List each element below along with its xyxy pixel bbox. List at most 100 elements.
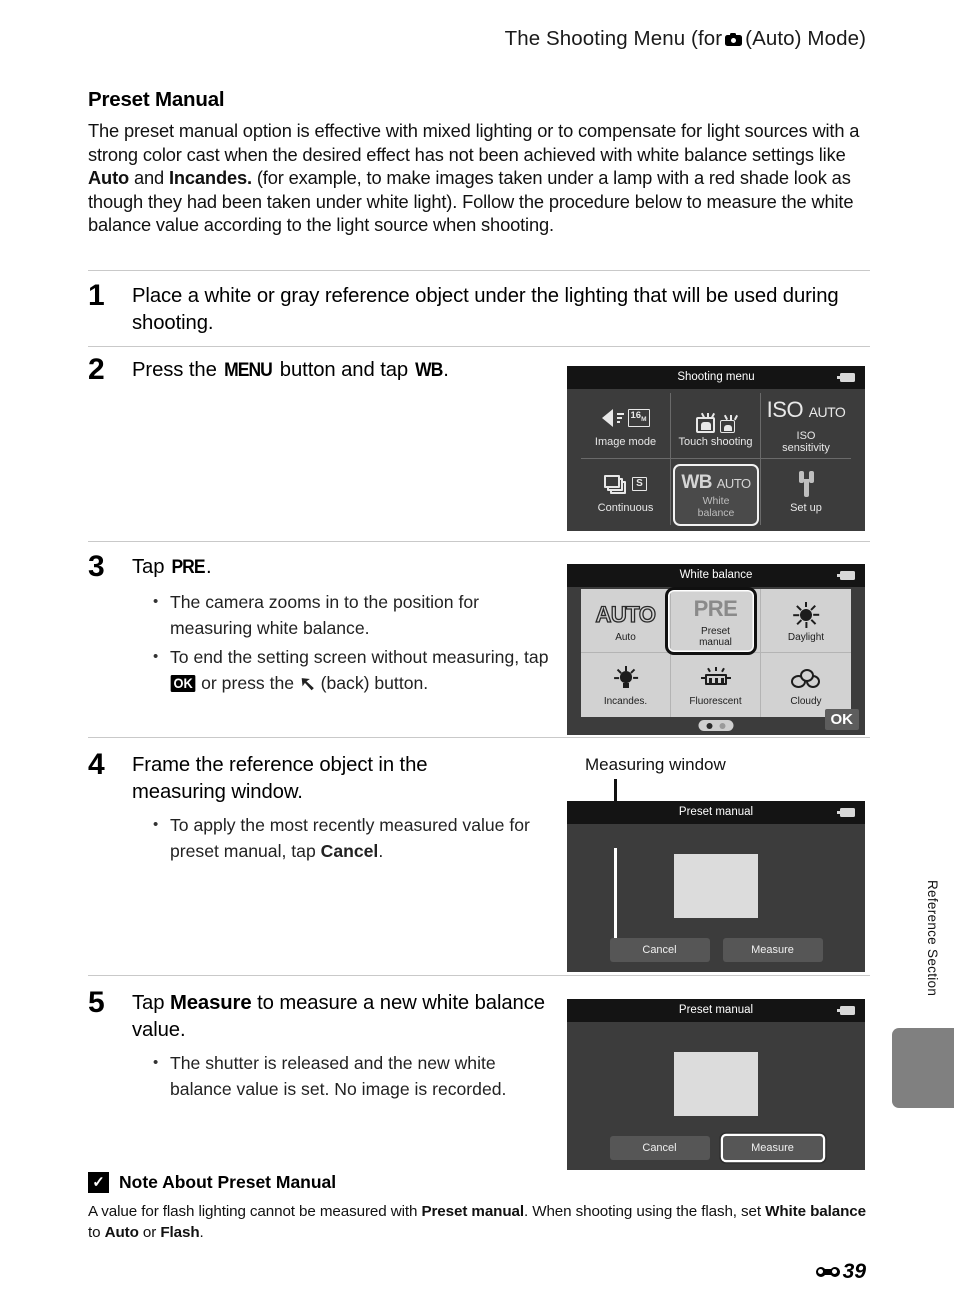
screen-title: Preset manual <box>678 806 754 818</box>
wb-option-label: Cloudy <box>790 696 822 707</box>
image-size-badge: 16M <box>627 408 650 427</box>
preset-manual-screen-step5: Preset manual Cancel Measure <box>567 999 865 1170</box>
menu-item-continuous[interactable]: S Continuous <box>581 459 671 525</box>
side-tab-label: Reference Section <box>925 880 940 997</box>
manual-page: The Shooting Menu (for (Auto) Mode) Prese… <box>0 0 954 1314</box>
battery-icon <box>837 808 855 817</box>
wb-option-auto[interactable]: AUTO Auto <box>581 589 671 653</box>
camera-auto-icon <box>725 33 743 46</box>
cancel-button[interactable]: Cancel <box>609 1136 710 1160</box>
header-text-after: (Auto) Mode) <box>745 27 866 50</box>
screen-titlebar: Preset manual <box>567 801 865 824</box>
screen-titlebar: White balance <box>567 564 865 587</box>
bullet-item: To end the setting screen without measur… <box>148 644 558 697</box>
page-indicator[interactable] <box>698 720 734 731</box>
note-block: ✓ Note About Preset Manual A value for f… <box>88 1172 870 1243</box>
incandescent-bulb-icon <box>613 663 639 695</box>
measuring-window-callout-label: Measuring window <box>585 755 726 774</box>
step-4-text: Frame the reference object in the measur… <box>132 754 428 803</box>
continuous-icon: S <box>604 469 647 499</box>
bullet-item: To apply the most recently measured valu… <box>148 812 558 864</box>
step-1-number: 1 <box>88 279 105 312</box>
intro-paragraph: The preset manual option is effective wi… <box>88 120 860 236</box>
step-4-number: 4 <box>88 748 105 781</box>
wb-option-incandescent[interactable]: Incandes. <box>581 653 671 717</box>
menu-item-set-up[interactable]: Set up <box>761 459 851 525</box>
touch-shooting-icon <box>696 403 738 433</box>
menu-item-label: Continuous <box>597 502 654 515</box>
note-body: A value for flash lighting cannot be mea… <box>88 1203 866 1241</box>
white-balance-screen: White balance AUTO Auto PRE Preset manual <box>567 564 865 735</box>
menu-item-label: Touch shooting <box>678 435 753 448</box>
step-5-number: 5 <box>88 986 105 1019</box>
step-1-text: Place a white or gray reference object u… <box>132 285 839 334</box>
wb-option-label: Fluorescent <box>689 696 742 707</box>
screen-title: Preset manual <box>678 1004 754 1016</box>
page-number: 39 <box>842 1260 866 1283</box>
battery-icon <box>837 373 855 382</box>
step-3-text: Tap PRE. <box>132 556 212 578</box>
reference-reel-icon <box>815 1266 840 1279</box>
callout-line-vertical-top <box>614 779 617 803</box>
menu-item-image-mode[interactable]: 16M Image mode <box>581 393 671 459</box>
step-4-bullets: To apply the most recently measured valu… <box>148 812 558 868</box>
shooting-menu-body: 16M Image mode Touch shooting ISO AUTO I… <box>567 389 865 531</box>
bullet-item: The camera zooms in to the position for … <box>148 589 558 641</box>
cancel-button[interactable]: Cancel <box>609 938 710 962</box>
battery-icon <box>837 571 855 580</box>
wb-option-cloudy[interactable]: Cloudy <box>761 653 851 717</box>
step-2-number: 2 <box>88 353 105 386</box>
divider-2 <box>88 346 870 347</box>
menu-item-touch-shooting[interactable]: Touch shooting <box>671 393 761 459</box>
screen-title: White balance <box>679 569 753 581</box>
step-3-bullets: The camera zooms in to the position for … <box>148 589 558 701</box>
menu-item-iso-sensitivity[interactable]: ISO AUTO ISO sensitivity <box>761 393 851 459</box>
divider-3 <box>88 541 870 542</box>
menu-item-label: Set up <box>790 502 822 515</box>
auto-text-icon: AUTO <box>595 601 657 627</box>
measure-button[interactable]: Measure <box>722 1136 823 1160</box>
bullet-item: The shutter is released and the new whit… <box>148 1050 558 1102</box>
wb-option-label: Daylight <box>787 631 825 643</box>
measure-button[interactable]: Measure <box>722 938 823 962</box>
wb-option-label: Preset manual <box>699 625 732 649</box>
preset-manual-icon: PRE <box>693 595 738 621</box>
page-title: Preset Manual <box>88 88 225 111</box>
preset-manual-body: Cancel Measure <box>567 824 865 972</box>
cloud-icon <box>791 663 821 695</box>
wb-option-preset-manual[interactable]: PRE Preset manual <box>671 589 761 653</box>
iso-icon: ISO AUTO <box>766 397 846 423</box>
screen-titlebar: Preset manual <box>567 999 865 1022</box>
measuring-window <box>674 1052 758 1116</box>
page-header: The Shooting Menu (for (Auto) Mode) <box>0 27 866 51</box>
wb-option-fluorescent[interactable]: Fluorescent <box>671 653 761 717</box>
note-heading: ✓ Note About Preset Manual <box>88 1172 870 1193</box>
wb-option-label: Auto <box>615 631 636 643</box>
menu-item-label: Image mode <box>594 435 657 448</box>
image-mode-icon: 16M <box>601 403 650 433</box>
single-badge: S <box>632 477 647 492</box>
wrench-icon <box>798 469 815 499</box>
side-tab-marker <box>892 1028 954 1108</box>
step-5-bullets: The shutter is released and the new whit… <box>148 1050 558 1106</box>
divider-1 <box>88 270 870 271</box>
check-mark-icon: ✓ <box>88 1172 109 1193</box>
ok-button[interactable]: OK <box>824 709 859 730</box>
step-3-number: 3 <box>88 550 105 583</box>
screen-title: Shooting menu <box>677 371 755 383</box>
shooting-menu-screen: Shooting menu 16M Image mode Touch shoot… <box>567 366 865 531</box>
note-title: Note About Preset Manual <box>119 1172 337 1192</box>
white-balance-body: AUTO Auto PRE Preset manual Daylight Inc… <box>567 587 865 735</box>
battery-icon <box>837 1006 855 1015</box>
divider-5 <box>88 975 870 976</box>
divider-4 <box>88 737 870 738</box>
sun-icon <box>793 599 820 631</box>
header-text-before: The Shooting Menu (for <box>504 27 723 50</box>
page-footer: 39 <box>815 1260 866 1284</box>
preset-manual-screen-step4: Preset manual Cancel Measure <box>567 801 865 972</box>
wb-option-daylight[interactable]: Daylight <box>761 589 851 653</box>
wb-option-label: Incandes. <box>603 696 648 707</box>
white-balance-selected-tile[interactable]: WB AUTO White balance <box>673 464 759 526</box>
preset-manual-body: Cancel Measure <box>567 1022 865 1170</box>
fluorescent-tube-icon <box>700 663 731 695</box>
